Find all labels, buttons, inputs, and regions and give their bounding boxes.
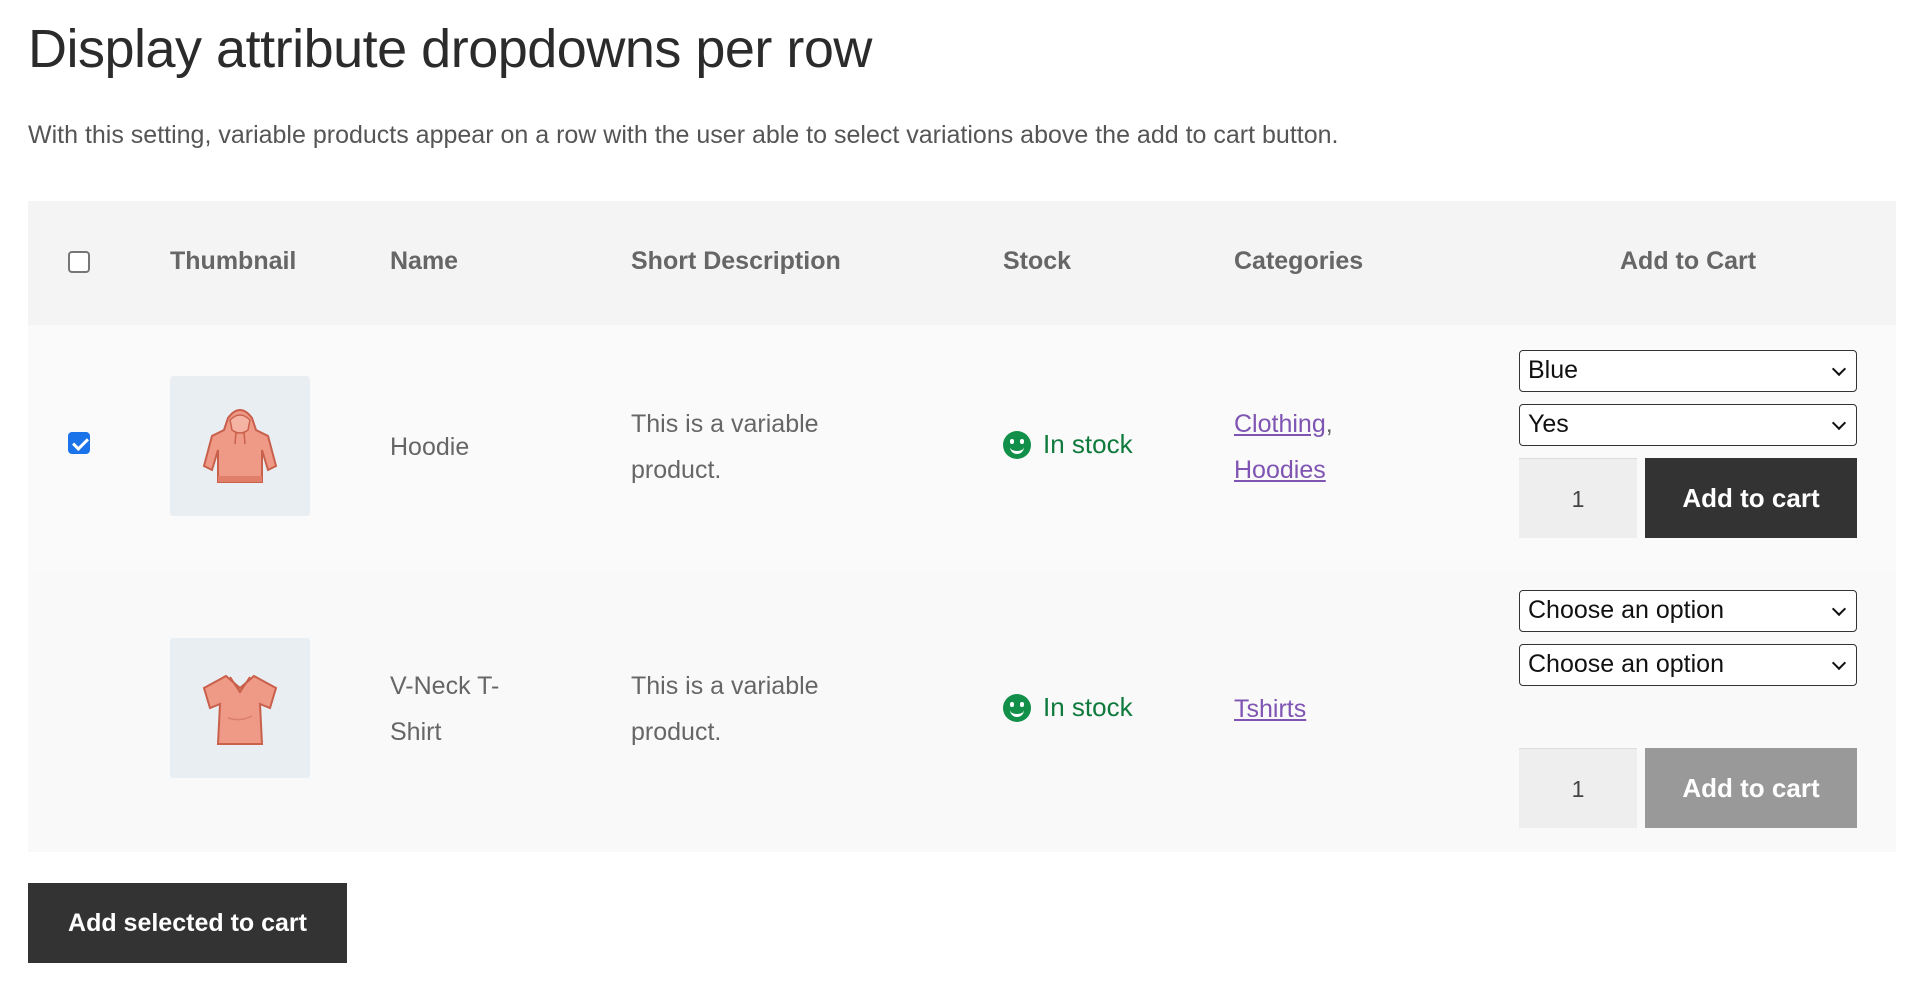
header-thumbnail: Thumbnail <box>170 247 297 275</box>
smile-icon <box>1003 693 1031 722</box>
header-short-description: Short Description <box>631 247 841 275</box>
table-row: Hoodie This is a variable product. In st… <box>28 325 1896 571</box>
quantity-input[interactable]: 1 <box>1519 748 1637 828</box>
header-add-to-cart: Add to Cart <box>1620 247 1757 275</box>
chevron-down-icon <box>1831 415 1847 431</box>
product-thumbnail[interactable] <box>170 638 310 778</box>
page-intro: With this setting, variable products app… <box>28 121 1339 149</box>
category-link-tshirts[interactable]: Tshirts <box>1234 695 1306 723</box>
product-table: Thumbnail Name Short Description Stock C… <box>28 201 1896 852</box>
chevron-down-icon <box>1831 655 1847 671</box>
header-stock: Stock <box>1003 247 1072 275</box>
table-row: V-Neck T- Shirt This is a variable produ… <box>28 571 1896 852</box>
variation-select-logo[interactable]: Yes <box>1519 404 1857 446</box>
select-value: Choose an option <box>1528 596 1724 624</box>
name-line: Shirt <box>390 718 442 746</box>
description-line: product. <box>631 456 722 484</box>
header-categories: Categories <box>1234 247 1364 275</box>
product-thumbnail[interactable] <box>170 376 310 516</box>
add-to-cart-button[interactable]: Add to cart <box>1645 748 1857 828</box>
name-line: V-Neck T- <box>390 672 500 700</box>
chevron-down-icon <box>1831 361 1847 377</box>
smile-icon <box>1003 430 1031 459</box>
table-header: Thumbnail Name Short Description Stock C… <box>28 201 1896 325</box>
add-selected-to-cart-button[interactable]: Add selected to cart <box>28 883 347 963</box>
hoodie-icon <box>202 409 278 483</box>
stock-status: In stock <box>1003 692 1133 723</box>
variation-select-color[interactable]: Blue <box>1519 350 1857 392</box>
product-short-description: This is a variable product. <box>631 663 819 755</box>
product-categories: Tshirts <box>1234 686 1306 732</box>
category-link-hoodies[interactable]: Hoodies <box>1234 456 1326 484</box>
stock-label: In stock <box>1043 692 1133 722</box>
stock-label: In stock <box>1043 429 1133 459</box>
description-line: This is a variable <box>631 672 819 700</box>
select-value: Choose an option <box>1528 650 1724 678</box>
header-name: Name <box>390 247 459 275</box>
quantity-input[interactable]: 1 <box>1519 458 1637 538</box>
add-to-cart-button[interactable]: Add to cart <box>1645 458 1857 538</box>
tshirt-icon <box>202 674 278 745</box>
page-title: Display attribute dropdowns per row <box>28 19 872 79</box>
chevron-down-icon <box>1831 601 1847 617</box>
product-categories: Clothing, Hoodies <box>1234 401 1333 493</box>
select-value: Blue <box>1528 356 1579 384</box>
select-all-checkbox[interactable] <box>68 251 90 273</box>
variation-select-color[interactable]: Choose an option <box>1519 590 1857 632</box>
stock-status: In stock <box>1003 429 1133 460</box>
category-link-clothing[interactable]: Clothing <box>1234 410 1326 438</box>
variation-select-size[interactable]: Choose an option <box>1519 644 1857 686</box>
product-name: V-Neck T- Shirt <box>390 663 499 755</box>
product-name: Hoodie <box>390 433 470 461</box>
description-line: This is a variable <box>631 410 819 438</box>
description-line: product. <box>631 718 722 746</box>
category-separator: , <box>1325 410 1333 438</box>
row-select-checkbox[interactable] <box>68 432 90 454</box>
product-short-description: This is a variable product. <box>631 401 819 493</box>
select-value: Yes <box>1528 410 1569 438</box>
